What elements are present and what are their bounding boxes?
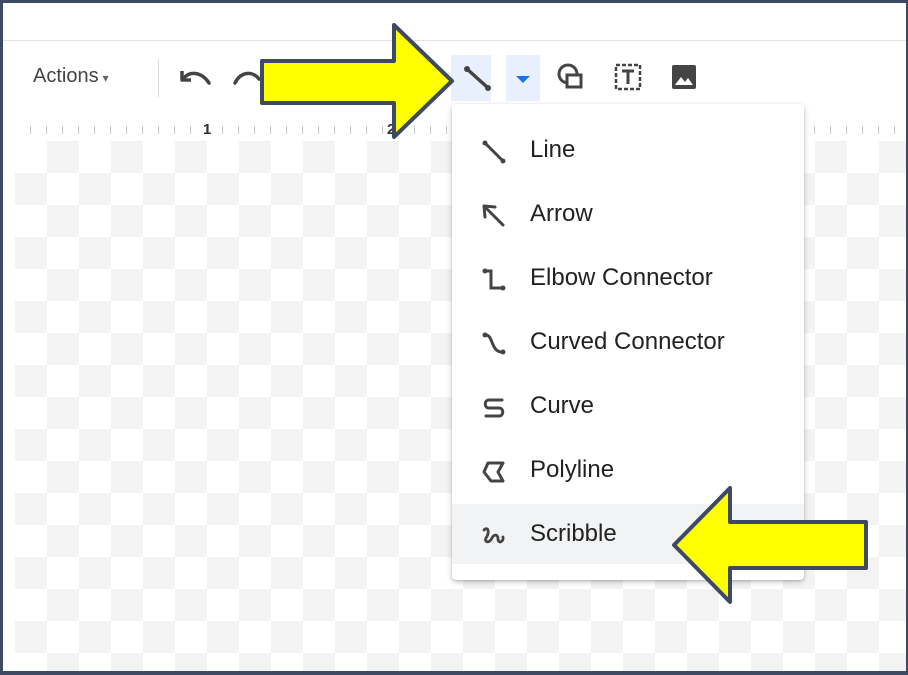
arrow-icon <box>482 204 505 227</box>
toolbar-divider <box>158 59 159 97</box>
menu-item-curve[interactable]: Curve <box>452 376 804 436</box>
actions-menu-button[interactable]: Actions ▾ <box>33 65 109 88</box>
image-icon[interactable] <box>669 62 699 92</box>
curved-connector-icon <box>482 332 506 355</box>
menu-item-label: Line <box>530 136 576 163</box>
menu-item-elbow-connector[interactable]: Elbow Connector <box>452 248 804 308</box>
screenshot-frame: Actions ▾ 1 2 Line Arrow Elbow Connector… <box>0 0 908 675</box>
polyline-icon <box>482 461 505 483</box>
text-box-icon[interactable] <box>612 61 644 93</box>
callout-arrow-scribble <box>672 486 868 604</box>
menu-item-label: Scribble <box>530 520 617 547</box>
shape-icon[interactable] <box>556 62 586 92</box>
elbow-connector-icon <box>482 268 506 291</box>
menu-item-line[interactable]: Line <box>452 120 804 180</box>
ruler-number: 1 <box>203 121 212 138</box>
menu-item-label: Polyline <box>530 456 615 483</box>
callout-arrow-toolbar <box>260 23 454 139</box>
menu-item-label: Arrow <box>530 200 593 227</box>
line-icon <box>482 140 506 164</box>
menu-item-label: Curved Connector <box>530 328 725 355</box>
chevron-down-icon: ▾ <box>102 71 109 85</box>
menu-item-label: Elbow Connector <box>530 264 713 291</box>
scribble-icon <box>482 527 505 544</box>
undo-icon[interactable] <box>177 67 213 91</box>
line-icon <box>464 66 491 91</box>
menu-item-label: Curve <box>530 392 595 419</box>
menu-item-arrow[interactable]: Arrow <box>452 184 804 244</box>
dropdown-caret-icon <box>516 76 530 83</box>
menu-item-curved-connector[interactable]: Curved Connector <box>452 312 804 372</box>
actions-label: Actions <box>33 65 99 87</box>
curve-icon <box>483 398 505 418</box>
